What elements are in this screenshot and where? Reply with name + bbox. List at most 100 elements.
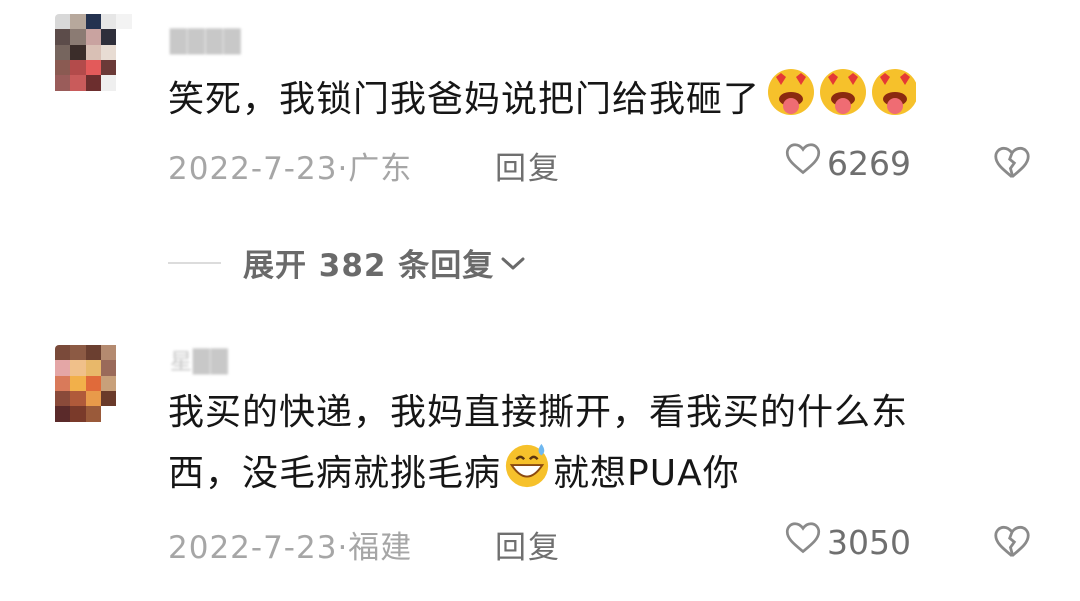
avatar-pixel [116, 345, 132, 361]
heart-icon [785, 521, 821, 563]
avatar-pixel [85, 59, 101, 76]
avatar-pixel [70, 421, 86, 437]
avatar-pixel [100, 29, 117, 45]
comment-meta: 2022-7-23·福建 [168, 522, 412, 567]
meta-dot: · [337, 151, 349, 187]
avatar-pixel [100, 90, 117, 106]
avatar-pixel [100, 75, 117, 91]
comment-text: 笑死，我锁门我爸妈说把门给我砸了 [168, 67, 1020, 135]
avatar-pixel [55, 59, 71, 76]
reply-button[interactable]: 回复 [495, 522, 561, 567]
avatar-pixel [116, 90, 132, 106]
avatar-pixel [100, 59, 117, 76]
avatar-pixel [55, 390, 71, 407]
avatar-pixel [116, 390, 132, 407]
avatar-pixel [70, 375, 86, 391]
avatar-pixel [116, 59, 132, 76]
avatar-pixel [85, 375, 101, 391]
username[interactable]: 星██ [170, 344, 229, 376]
like-count: 3050 [827, 522, 911, 562]
avatar-pixel [116, 29, 132, 45]
grinning-sweat-emoji-icon [503, 442, 551, 508]
avatar-pixel [70, 29, 86, 45]
avatar-pixel [131, 375, 147, 391]
avatar-pixel [131, 390, 147, 407]
avatar-pixel [131, 14, 147, 30]
avatar-pixel [70, 44, 86, 60]
like-button[interactable]: 6269 [785, 142, 911, 184]
star-struck-tongue-emoji-icon [766, 67, 919, 135]
comment-location: 福建 [348, 530, 413, 566]
avatar[interactable] [55, 14, 147, 106]
like-button[interactable]: 3050 [785, 521, 911, 563]
avatar-pixel [55, 14, 71, 30]
comment-date: 2022-7-23 [168, 151, 338, 187]
expand-replies-label: 展开 382 条回复 [243, 248, 495, 284]
avatar-pixel [100, 406, 117, 422]
avatar-pixel [131, 90, 147, 106]
comment-text-line: 我买的快递，我妈直接撕开，看我买的什么东 [168, 392, 909, 433]
avatar-pixel [85, 360, 101, 376]
avatar-pixel [85, 90, 101, 106]
chevron-down-icon [500, 245, 526, 281]
comment-meta: 2022-7-23·广东 [168, 143, 412, 188]
avatar-pixel [70, 14, 86, 30]
avatar-pixel [70, 390, 86, 407]
avatar-pixel [116, 375, 132, 391]
avatar-pixel [70, 75, 86, 91]
avatar-pixel [131, 345, 147, 361]
avatar-pixel [100, 44, 117, 60]
avatar-pixel [100, 14, 117, 30]
avatar-pixel [85, 406, 101, 422]
meta-dot: · [337, 530, 349, 566]
avatar-pixel [85, 75, 101, 91]
avatar-pixel [85, 390, 101, 407]
dislike-button[interactable] [993, 146, 1031, 184]
avatar-pixel [116, 75, 132, 91]
heart-icon [785, 142, 821, 184]
comment-text-line: 西，没毛病就挑毛病 就想PUA你 [168, 442, 1020, 508]
avatar-pixel [70, 59, 86, 76]
avatar-pixel [131, 421, 147, 437]
avatar-pixel [70, 360, 86, 376]
avatar-pixel [100, 421, 117, 437]
avatar-pixel [85, 345, 101, 361]
avatar-pixel [116, 14, 132, 30]
dislike-button[interactable] [993, 525, 1031, 563]
divider-line [168, 261, 221, 264]
avatar-pixel [116, 44, 132, 60]
avatar-pixel [131, 29, 147, 45]
comment-text-content: 笑死，我锁门我爸妈说把门给我砸了 [168, 79, 761, 120]
avatar-pixel [131, 360, 147, 376]
avatar-pixel [100, 345, 117, 361]
avatar-pixel [55, 75, 71, 91]
broken-heart-icon [993, 525, 1031, 563]
avatar-pixel [55, 29, 71, 45]
avatar-pixel [55, 44, 71, 60]
expand-replies-button[interactable]: 展开 382 条回复 [168, 240, 526, 285]
avatar-pixel [131, 59, 147, 76]
like-count: 6269 [827, 143, 911, 183]
reply-button[interactable]: 回复 [495, 143, 561, 188]
avatar-pixel [131, 406, 147, 422]
avatar-pixel [100, 390, 117, 407]
comment-text: 我买的快递，我妈直接撕开，看我买的什么东 西，没毛病就挑毛病 就想PUA你 [168, 384, 1020, 508]
avatar-pixel [85, 44, 101, 60]
avatar-pixel [100, 360, 117, 376]
avatar-pixel [55, 406, 71, 422]
avatar-pixel [100, 375, 117, 391]
avatar-pixel [85, 421, 101, 437]
avatar-pixel [70, 90, 86, 106]
comment-date: 2022-7-23 [168, 530, 338, 566]
avatar-pixel [116, 421, 132, 437]
avatar-pixel [85, 29, 101, 45]
broken-heart-icon [993, 146, 1031, 184]
avatar-pixel [55, 360, 71, 376]
comment-text-content: 就想PUA你 [553, 453, 740, 494]
avatar-pixel [55, 421, 71, 437]
avatar-pixel [116, 360, 132, 376]
avatar[interactable] [55, 345, 147, 437]
avatar-pixel [70, 406, 86, 422]
avatar-pixel [131, 44, 147, 60]
username[interactable]: ████ [170, 30, 242, 55]
